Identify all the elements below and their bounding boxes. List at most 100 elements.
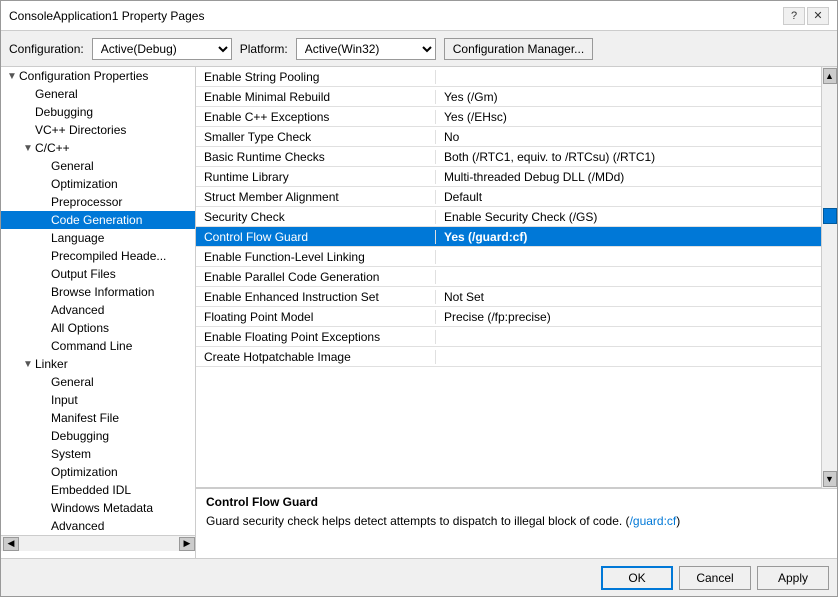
props-container: Enable String PoolingEnable Minimal Rebu… [196, 67, 821, 367]
ok-button[interactable]: OK [601, 566, 673, 590]
sidebar-item-input[interactable]: Input [1, 391, 195, 409]
prop-value-7: Enable Security Check (/GS) [436, 210, 821, 224]
sidebar-item-precomp-headers[interactable]: Precompiled Heade... [1, 247, 195, 265]
sidebar-item-label-browse-info: Browse Information [51, 285, 154, 299]
prop-row-10[interactable]: Enable Parallel Code Generation [196, 267, 821, 287]
prop-name-2: Enable C++ Exceptions [196, 110, 436, 124]
config-label: Configuration: [9, 42, 84, 56]
prop-row-9[interactable]: Enable Function-Level Linking [196, 247, 821, 267]
sidebar-item-label-cpp-general: General [51, 159, 94, 173]
sidebar-item-label-all-options: All Options [51, 321, 109, 335]
expand-icon-linker[interactable]: ▼ [21, 359, 35, 370]
right-panel: Enable String PoolingEnable Minimal Rebu… [196, 67, 837, 558]
sidebar-item-linker-adv[interactable]: Advanced [1, 517, 195, 535]
sidebar-item-system[interactable]: System [1, 445, 195, 463]
desc-text: Guard security check helps detect attemp… [206, 513, 827, 530]
title-bar-buttons: ? ✕ [783, 7, 829, 25]
prop-row-12[interactable]: Floating Point ModelPrecise (/fp:precise… [196, 307, 821, 327]
sidebar-item-label-precomp-headers: Precompiled Heade... [51, 249, 166, 263]
sidebar-item-config-props[interactable]: ▼Configuration Properties [1, 67, 195, 85]
sidebar-item-label-linker-opt: Optimization [51, 465, 118, 479]
prop-row-2[interactable]: Enable C++ ExceptionsYes (/EHsc) [196, 107, 821, 127]
sidebar-item-cmd-line[interactable]: Command Line [1, 337, 195, 355]
prop-row-0[interactable]: Enable String Pooling [196, 67, 821, 87]
prop-row-5[interactable]: Runtime LibraryMulti-threaded Debug DLL … [196, 167, 821, 187]
sidebar-item-label-linker: Linker [35, 357, 68, 371]
prop-name-8: Control Flow Guard [196, 230, 436, 244]
sidebar-item-label-linker-general: General [51, 375, 94, 389]
prop-name-4: Basic Runtime Checks [196, 150, 436, 164]
prop-row-4[interactable]: Basic Runtime ChecksBoth (/RTC1, equiv. … [196, 147, 821, 167]
grid-container: Enable String PoolingEnable Minimal Rebu… [196, 67, 837, 488]
sidebar-item-embedded-idl[interactable]: Embedded IDL [1, 481, 195, 499]
sidebar: ▼Configuration PropertiesGeneralDebuggin… [1, 67, 196, 558]
platform-select[interactable]: Active(Win32) [296, 38, 436, 60]
prop-name-6: Struct Member Alignment [196, 190, 436, 204]
sidebar-item-linker[interactable]: ▼Linker [1, 355, 195, 373]
apply-button[interactable]: Apply [757, 566, 829, 590]
prop-name-11: Enable Enhanced Instruction Set [196, 290, 436, 304]
sidebar-item-linker-general[interactable]: General [1, 373, 195, 391]
sidebar-item-label-cmd-line: Command Line [51, 339, 132, 353]
prop-name-12: Floating Point Model [196, 310, 436, 324]
tree-container: ▼Configuration PropertiesGeneralDebuggin… [1, 67, 195, 535]
sidebar-item-linker-opt[interactable]: Optimization [1, 463, 195, 481]
sidebar-item-linker-debug[interactable]: Debugging [1, 427, 195, 445]
prop-name-10: Enable Parallel Code Generation [196, 270, 436, 284]
prop-row-1[interactable]: Enable Minimal RebuildYes (/Gm) [196, 87, 821, 107]
expand-icon-config-props[interactable]: ▼ [5, 71, 19, 82]
sidebar-item-code-gen[interactable]: Code Generation [1, 211, 195, 229]
prop-name-13: Enable Floating Point Exceptions [196, 330, 436, 344]
prop-row-14[interactable]: Create Hotpatchable Image [196, 347, 821, 367]
description-panel: Control Flow Guard Guard security check … [196, 488, 837, 558]
sidebar-item-label-advanced: Advanced [51, 303, 104, 317]
prop-row-13[interactable]: Enable Floating Point Exceptions [196, 327, 821, 347]
prop-row-11[interactable]: Enable Enhanced Instruction SetNot Set [196, 287, 821, 307]
prop-value-8: Yes (/guard:cf) [436, 230, 821, 244]
sidebar-item-all-options[interactable]: All Options [1, 319, 195, 337]
prop-name-1: Enable Minimal Rebuild [196, 90, 436, 104]
help-button[interactable]: ? [783, 7, 805, 25]
sidebar-item-advanced[interactable]: Advanced [1, 301, 195, 319]
window-title: ConsoleApplication1 Property Pages [9, 9, 204, 23]
sidebar-item-windows-meta[interactable]: Windows Metadata [1, 499, 195, 517]
sidebar-item-label-cpp: C/C++ [35, 141, 70, 155]
config-select[interactable]: Active(Debug) [92, 38, 232, 60]
main-window: ConsoleApplication1 Property Pages ? ✕ C… [0, 0, 838, 597]
sidebar-item-cpp[interactable]: ▼C/C++ [1, 139, 195, 157]
prop-row-7[interactable]: Security CheckEnable Security Check (/GS… [196, 207, 821, 227]
sidebar-item-language[interactable]: Language [1, 229, 195, 247]
prop-name-3: Smaller Type Check [196, 130, 436, 144]
sidebar-item-label-output-files: Output Files [51, 267, 116, 281]
sidebar-item-browse-info[interactable]: Browse Information [1, 283, 195, 301]
config-mgr-button[interactable]: Configuration Manager... [444, 38, 593, 60]
sidebar-item-cpp-general[interactable]: General [1, 157, 195, 175]
grid-scrollbar[interactable]: ▲ ▼ [821, 67, 837, 488]
prop-name-5: Runtime Library [196, 170, 436, 184]
prop-row-8[interactable]: Control Flow GuardYes (/guard:cf) [196, 227, 821, 247]
cancel-button[interactable]: Cancel [679, 566, 751, 590]
close-button[interactable]: ✕ [807, 7, 829, 25]
expand-icon-cpp[interactable]: ▼ [21, 143, 35, 154]
prop-row-3[interactable]: Smaller Type CheckNo [196, 127, 821, 147]
sidebar-item-label-windows-meta: Windows Metadata [51, 501, 153, 515]
prop-value-2: Yes (/EHsc) [436, 110, 821, 124]
toolbar: Configuration: Active(Debug) Platform: A… [1, 31, 837, 67]
sidebar-item-vc-dirs[interactable]: VC++ Directories [1, 121, 195, 139]
sidebar-item-preprocessor[interactable]: Preprocessor [1, 193, 195, 211]
prop-value-4: Both (/RTC1, equiv. to /RTCsu) (/RTC1) [436, 150, 821, 164]
sidebar-item-output-files[interactable]: Output Files [1, 265, 195, 283]
sidebar-item-label-code-gen: Code Generation [51, 213, 142, 227]
prop-row-6[interactable]: Struct Member AlignmentDefault [196, 187, 821, 207]
sidebar-horiz-scroll[interactable]: ◀ ▶ [1, 535, 195, 551]
desc-title: Control Flow Guard [206, 495, 827, 509]
title-bar: ConsoleApplication1 Property Pages ? ✕ [1, 1, 837, 31]
sidebar-item-debugging[interactable]: Debugging [1, 103, 195, 121]
sidebar-item-label-vc-dirs: VC++ Directories [35, 123, 126, 137]
sidebar-item-label-linker-debug: Debugging [51, 429, 109, 443]
sidebar-item-optimization[interactable]: Optimization [1, 175, 195, 193]
sidebar-item-general[interactable]: General [1, 85, 195, 103]
sidebar-item-label-debugging: Debugging [35, 105, 93, 119]
sidebar-item-manifest-file[interactable]: Manifest File [1, 409, 195, 427]
desc-link[interactable]: /guard:cf [630, 514, 677, 528]
